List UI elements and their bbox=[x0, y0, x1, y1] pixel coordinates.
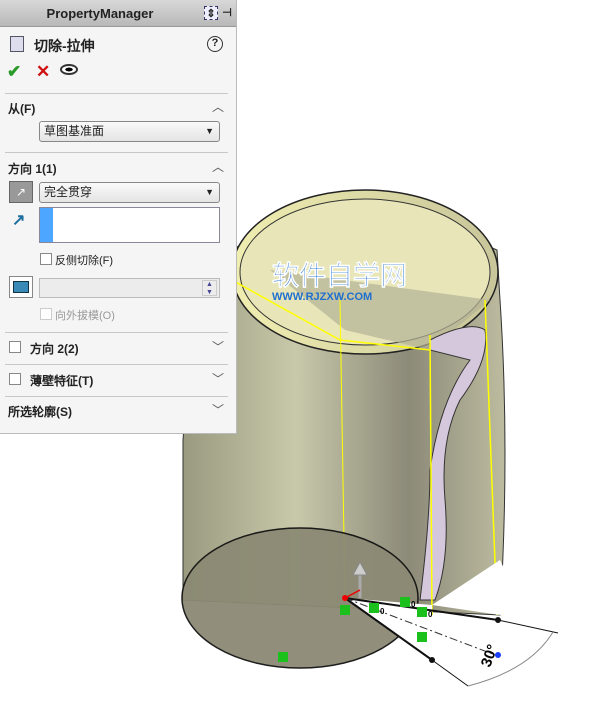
preview-eye-icon[interactable] bbox=[60, 64, 78, 75]
chevron-down-icon[interactable]: ﹀ bbox=[212, 401, 224, 418]
panel-title: PropertyManager bbox=[46, 6, 154, 21]
direction1-section-header[interactable]: 方向 1(1) bbox=[8, 160, 57, 177]
draft-toggle-button[interactable] bbox=[9, 276, 33, 298]
direction2-checkbox[interactable] bbox=[9, 341, 21, 353]
from-select[interactable]: 草图基准面 ▼ bbox=[39, 121, 220, 142]
feature-name: 切除-拉伸 bbox=[34, 38, 95, 54]
angle-dimension[interactable]: 30° bbox=[478, 642, 502, 669]
ok-check-icon[interactable]: ✔ bbox=[7, 62, 21, 82]
panel-title-bar: PropertyManager ⇕ ⊣ bbox=[0, 0, 236, 27]
end-condition-value: 完全贯穿 bbox=[44, 185, 93, 199]
direction-vector-icon: ↗ bbox=[12, 212, 26, 229]
pin-icon[interactable]: ⊣ bbox=[220, 6, 234, 20]
direction-selection-box[interactable] bbox=[39, 207, 220, 243]
chevron-up-icon[interactable]: ︿ bbox=[212, 98, 224, 115]
chevron-down-icon[interactable]: ﹀ bbox=[212, 370, 224, 387]
thin-feature-checkbox[interactable] bbox=[9, 373, 21, 385]
from-select-value: 草图基准面 bbox=[44, 124, 105, 138]
chevron-down-icon[interactable]: ﹀ bbox=[212, 338, 224, 355]
property-manager: PropertyManager ⇕ ⊣ 切除-拉伸 ? ✔ ✕ 从(F) ︿ 草… bbox=[0, 0, 237, 434]
reverse-direction-button[interactable]: ↗ bbox=[9, 181, 33, 203]
expand-panel-icon[interactable]: ⇕ bbox=[204, 6, 218, 20]
dropdown-arrow-icon: ▼ bbox=[205, 187, 214, 197]
cut-extrude-icon bbox=[10, 36, 24, 52]
end-condition-select[interactable]: 完全贯穿 ▼ bbox=[39, 182, 220, 203]
cancel-x-icon[interactable]: ✕ bbox=[36, 62, 50, 82]
draft-angle-input[interactable]: ▲ ▼ bbox=[39, 278, 220, 298]
draft-outward-label: 向外拔模(O) bbox=[55, 310, 115, 322]
relation-label: 0 bbox=[428, 610, 433, 619]
draft-outward-checkbox[interactable] bbox=[40, 308, 52, 320]
selected-contours-section-header[interactable]: 所选轮廓(S) bbox=[8, 403, 72, 420]
from-section-header[interactable]: 从(F) bbox=[8, 100, 35, 117]
draft-icon bbox=[13, 281, 29, 293]
chevron-up-icon[interactable]: ︿ bbox=[212, 158, 224, 175]
flip-side-checkbox[interactable] bbox=[40, 253, 52, 265]
spin-buttons[interactable]: ▲ ▼ bbox=[202, 280, 217, 296]
thin-feature-section-header[interactable]: 薄壁特征(T) bbox=[30, 372, 93, 389]
watermark-title: 软件自学网 bbox=[272, 260, 407, 291]
relation-label: 0 bbox=[411, 600, 416, 609]
relation-label: 0 bbox=[380, 607, 385, 616]
watermark-url: WWW.RJZXW.COM bbox=[272, 291, 372, 303]
help-button[interactable]: ? bbox=[207, 36, 223, 52]
flip-side-label: 反侧切除(F) bbox=[55, 255, 114, 267]
direction2-section-header[interactable]: 方向 2(2) bbox=[30, 340, 79, 357]
dropdown-arrow-icon: ▼ bbox=[205, 126, 214, 136]
